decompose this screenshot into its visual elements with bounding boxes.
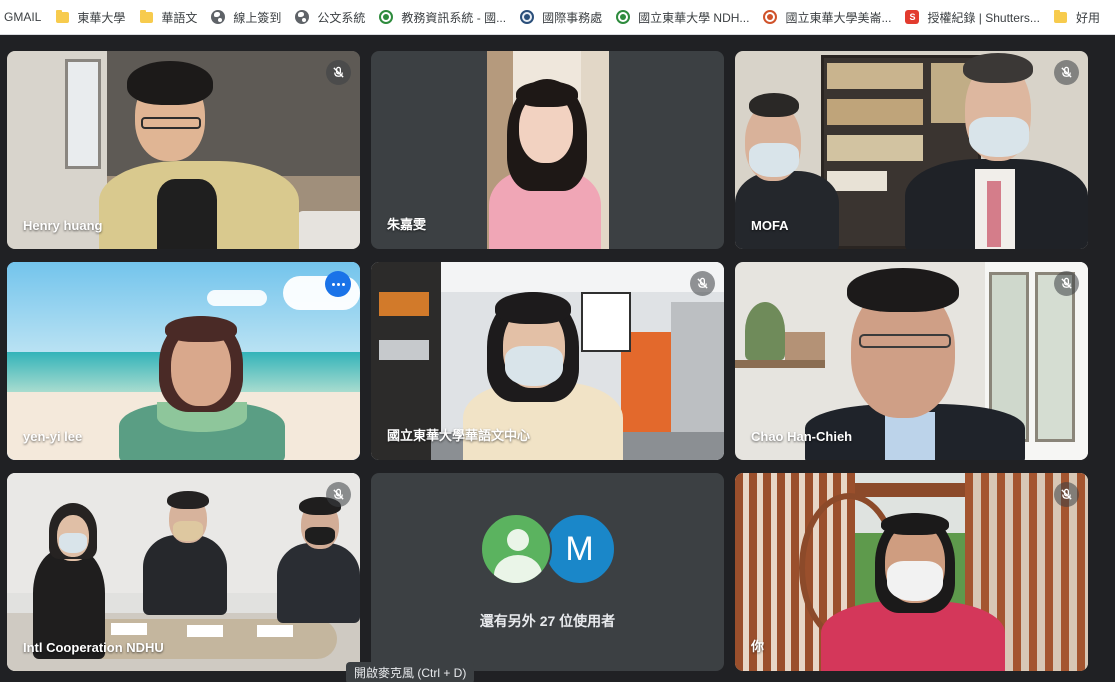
bookmark-label: 國立東華大學美崙... [785,10,892,25]
folder-icon [55,9,69,24]
participant-tile[interactable]: 國立東華大學華語文中心 [371,262,724,460]
bookmark-ndhu-folder[interactable]: 東華大學 [48,4,132,30]
mic-off-icon [326,482,351,507]
avatar: M [543,513,616,585]
mic-off-icon [1054,60,1079,85]
bookmark-label: 華語文 [161,10,198,25]
ndhu-seal-icon [379,10,394,24]
participant-tile-active[interactable]: yen-yi lee [7,262,360,460]
participant-name: 國立東華大學華語文中心 [387,428,531,443]
participant-name: Intl Cooperation NDHU [23,640,164,655]
self-tile[interactable]: 你 [735,473,1088,671]
mic-off-icon [1054,482,1079,507]
shutterstock-icon: S [905,10,920,24]
participant-tile[interactable]: Henry huang [7,51,360,249]
bookmark-label: 教務資訊系統 - 國... [401,10,507,25]
bookmark-label: 國際事務處 [542,10,603,25]
participant-name: 朱嘉雯 [387,217,427,232]
others-avatars: M [371,513,724,585]
bookmark-label: 授權紀錄 | Shutters... [927,10,1040,25]
folder-icon [1054,9,1068,24]
participant-tile[interactable]: MOFA [735,51,1088,249]
bookmark-ndhu-arts[interactable]: 國立東華大學美崙... [756,4,898,30]
participant-tile[interactable]: Intl Cooperation NDHU [7,473,360,671]
others-count-label: 還有另外 27 位使用者 [479,613,616,629]
bookmark-chinese-folder[interactable]: 華語文 [132,4,204,30]
participant-tile[interactable]: 朱嘉雯 [371,51,724,249]
others-tile[interactable]: M 還有另外 27 位使用者 [371,473,724,671]
folder-icon [139,9,153,24]
participant-name: Henry huang [23,218,103,233]
bookmark-gmail[interactable]: GMAIL [4,4,48,30]
bookmarks-bar: GMAIL 東華大學 華語文 線上簽到 公文系統 教務資訊系統 - 國... 國… [0,0,1115,35]
globe-icon [211,10,226,24]
red-seal-icon [763,10,778,24]
mic-off-icon [690,271,715,296]
participant-name: 你 [751,639,765,654]
bookmark-label: 線上簽到 [233,10,282,25]
more-options-icon[interactable] [325,271,351,297]
participant-name: Chao Han-Chieh [751,429,853,444]
video-feed [735,473,1088,671]
bookmark-label: GMAIL [4,10,42,24]
bookmark-documents[interactable]: 公文系統 [288,4,372,30]
bookmark-label: 公文系統 [317,10,366,25]
mic-off-icon [326,60,351,85]
intl-seal-icon [520,10,535,24]
bookmark-academic[interactable]: 教務資訊系統 - 國... [372,4,513,30]
bookmark-ndhu-site[interactable]: 國立東華大學 NDH... [609,4,756,30]
bookmark-label: 國立東華大學 NDH... [638,10,750,25]
bookmark-intl-affairs[interactable]: 國際事務處 [513,4,609,30]
bookmark-label: 好用 [1075,10,1100,25]
participant-name: MOFA [751,218,789,233]
bookmark-useful-folder[interactable]: 好用 [1047,4,1107,30]
bookmark-label: 東華大學 [77,10,126,25]
avatar [479,513,552,585]
participant-tile[interactable]: Chao Han-Chieh [735,262,1088,460]
bookmark-signin[interactable]: 線上簽到 [204,4,288,30]
globe-icon [295,10,310,24]
bookmark-shutterstock[interactable]: S 授權紀錄 | Shutters... [898,4,1046,30]
mic-off-icon [1054,271,1079,296]
mic-tooltip: 開啟麥克風 (Ctrl + D) [346,662,475,682]
ndhu-seal-icon [616,10,631,24]
participant-name: yen-yi lee [23,429,83,444]
